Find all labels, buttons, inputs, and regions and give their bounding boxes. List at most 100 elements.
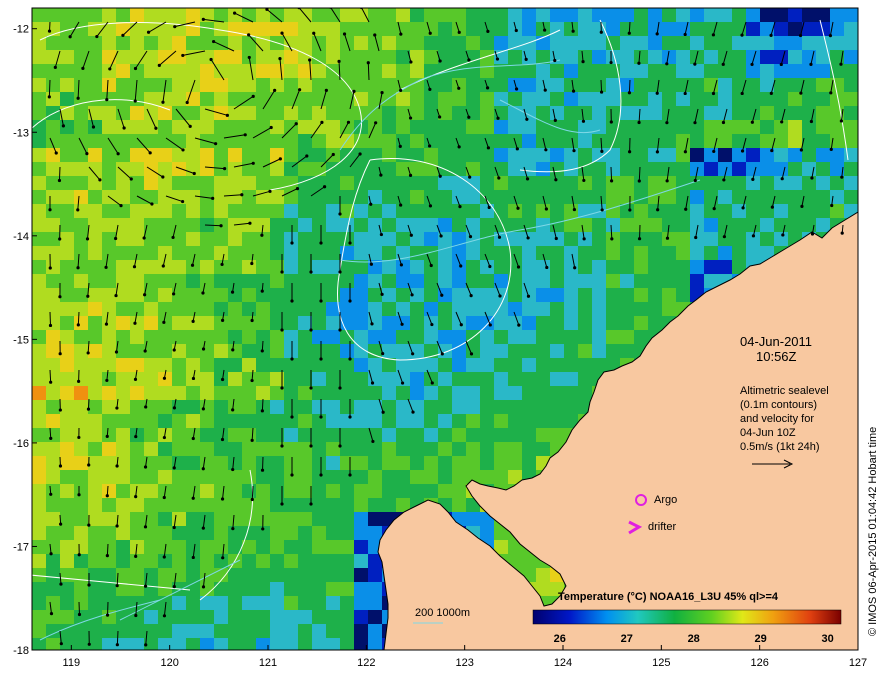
sst-cell: [46, 358, 60, 372]
sst-cell: [298, 610, 312, 624]
sst-cell: [620, 316, 634, 330]
sst-cell: [648, 134, 662, 148]
velocity-arrow-head: [369, 262, 373, 266]
sst-cell: [312, 204, 326, 218]
sst-cell: [480, 442, 494, 456]
velocity-arrow-head: [331, 152, 335, 157]
sst-cell: [564, 64, 578, 78]
sst-cell: [102, 246, 116, 260]
sst-cell: [382, 428, 396, 442]
sst-cell: [704, 232, 718, 246]
sst-cell: [354, 134, 368, 148]
sst-cell: [74, 344, 88, 358]
sst-cell: [606, 260, 620, 274]
sst-cell: [32, 274, 46, 288]
velocity-arrow-head: [251, 94, 255, 98]
colorbar-tick-label: 29: [755, 633, 767, 645]
sst-cell: [536, 428, 550, 442]
sst-cell: [382, 106, 396, 120]
sst-cell: [508, 50, 522, 64]
sst-cell: [704, 204, 718, 218]
sst-cell: [60, 456, 74, 470]
sst-cell: [158, 274, 172, 288]
sst-cell: [494, 456, 508, 470]
sst-cell: [270, 344, 284, 358]
velocity-arrow-head: [61, 124, 65, 128]
sst-cell: [844, 162, 858, 176]
sst-cell: [606, 22, 620, 36]
sst-cell: [494, 8, 508, 22]
sst-cell: [284, 22, 298, 36]
velocity-arrow-head: [58, 352, 62, 356]
sst-cell: [186, 526, 200, 540]
sst-cell: [438, 330, 452, 344]
sst-cell: [158, 218, 172, 232]
sst-cell: [256, 540, 270, 554]
velocity-arrow-head: [751, 177, 755, 181]
sst-cell: [424, 50, 438, 64]
velocity-arrow-head: [399, 32, 403, 36]
sst-cell: [634, 92, 648, 106]
sst-cell: [410, 428, 424, 442]
sst-cell: [32, 176, 46, 190]
sst-cell: [354, 484, 368, 498]
sst-cell: [312, 274, 326, 288]
sst-cell: [522, 344, 536, 358]
velocity-arrow-head: [81, 66, 85, 70]
sst-cell: [284, 78, 298, 92]
velocity-arrow-head: [430, 381, 434, 385]
sst-cell: [88, 148, 102, 162]
sst-cell: [452, 274, 466, 288]
sst-cell: [326, 442, 340, 456]
sst-cell: [550, 386, 564, 400]
sst-cell: [606, 316, 620, 330]
sst-cell: [116, 372, 130, 386]
velocity-arrow-head: [770, 205, 774, 209]
sst-cell: [480, 288, 494, 302]
sst-cell: [74, 232, 88, 246]
sst-cell: [74, 610, 88, 624]
velocity-arrow-head: [108, 67, 112, 71]
sst-cell: [298, 316, 312, 330]
velocity-arrow-head: [54, 151, 58, 155]
sst-cell: [298, 442, 312, 456]
sst-cell: [298, 134, 312, 148]
sst-cell: [200, 316, 214, 330]
sst-cell: [60, 610, 74, 624]
sst-cell: [438, 414, 452, 428]
velocity-arrow-head: [721, 62, 725, 66]
sst-cell: [186, 610, 200, 624]
x-tick-label: 121: [259, 657, 277, 669]
velocity-arrow-head: [324, 88, 328, 92]
sst-cell: [32, 190, 46, 204]
sst-cell: [564, 22, 578, 36]
velocity-arrow-head: [487, 205, 491, 210]
velocity-arrow-head: [134, 495, 138, 499]
velocity-arrow-head: [411, 352, 415, 356]
sst-cell: [634, 148, 648, 162]
sst-cell: [368, 442, 382, 456]
velocity-arrow-head: [346, 120, 351, 124]
sst-cell: [410, 36, 424, 50]
sst-cell: [340, 64, 354, 78]
sst-cell: [200, 106, 214, 120]
sst-cell: [522, 400, 536, 414]
sst-cell: [158, 386, 172, 400]
sst-cell: [60, 162, 74, 176]
sst-cell: [676, 176, 690, 190]
sst-cell: [396, 470, 410, 484]
sst-cell: [480, 218, 494, 232]
sst-cell: [60, 8, 74, 22]
velocity-arrow-head: [599, 30, 603, 34]
velocity-arrow-head: [430, 322, 434, 327]
sst-cell: [634, 190, 648, 204]
sst-cell: [270, 78, 284, 92]
sst-cell: [270, 470, 284, 484]
velocity-arrow-head: [201, 467, 205, 471]
velocity-arrow-head: [496, 116, 500, 120]
velocity-arrow-head: [142, 236, 146, 240]
sst-cell: [102, 260, 116, 274]
velocity-arrow-head: [459, 264, 463, 268]
sst-cell: [774, 8, 788, 22]
velocity-arrow-head: [290, 473, 294, 477]
